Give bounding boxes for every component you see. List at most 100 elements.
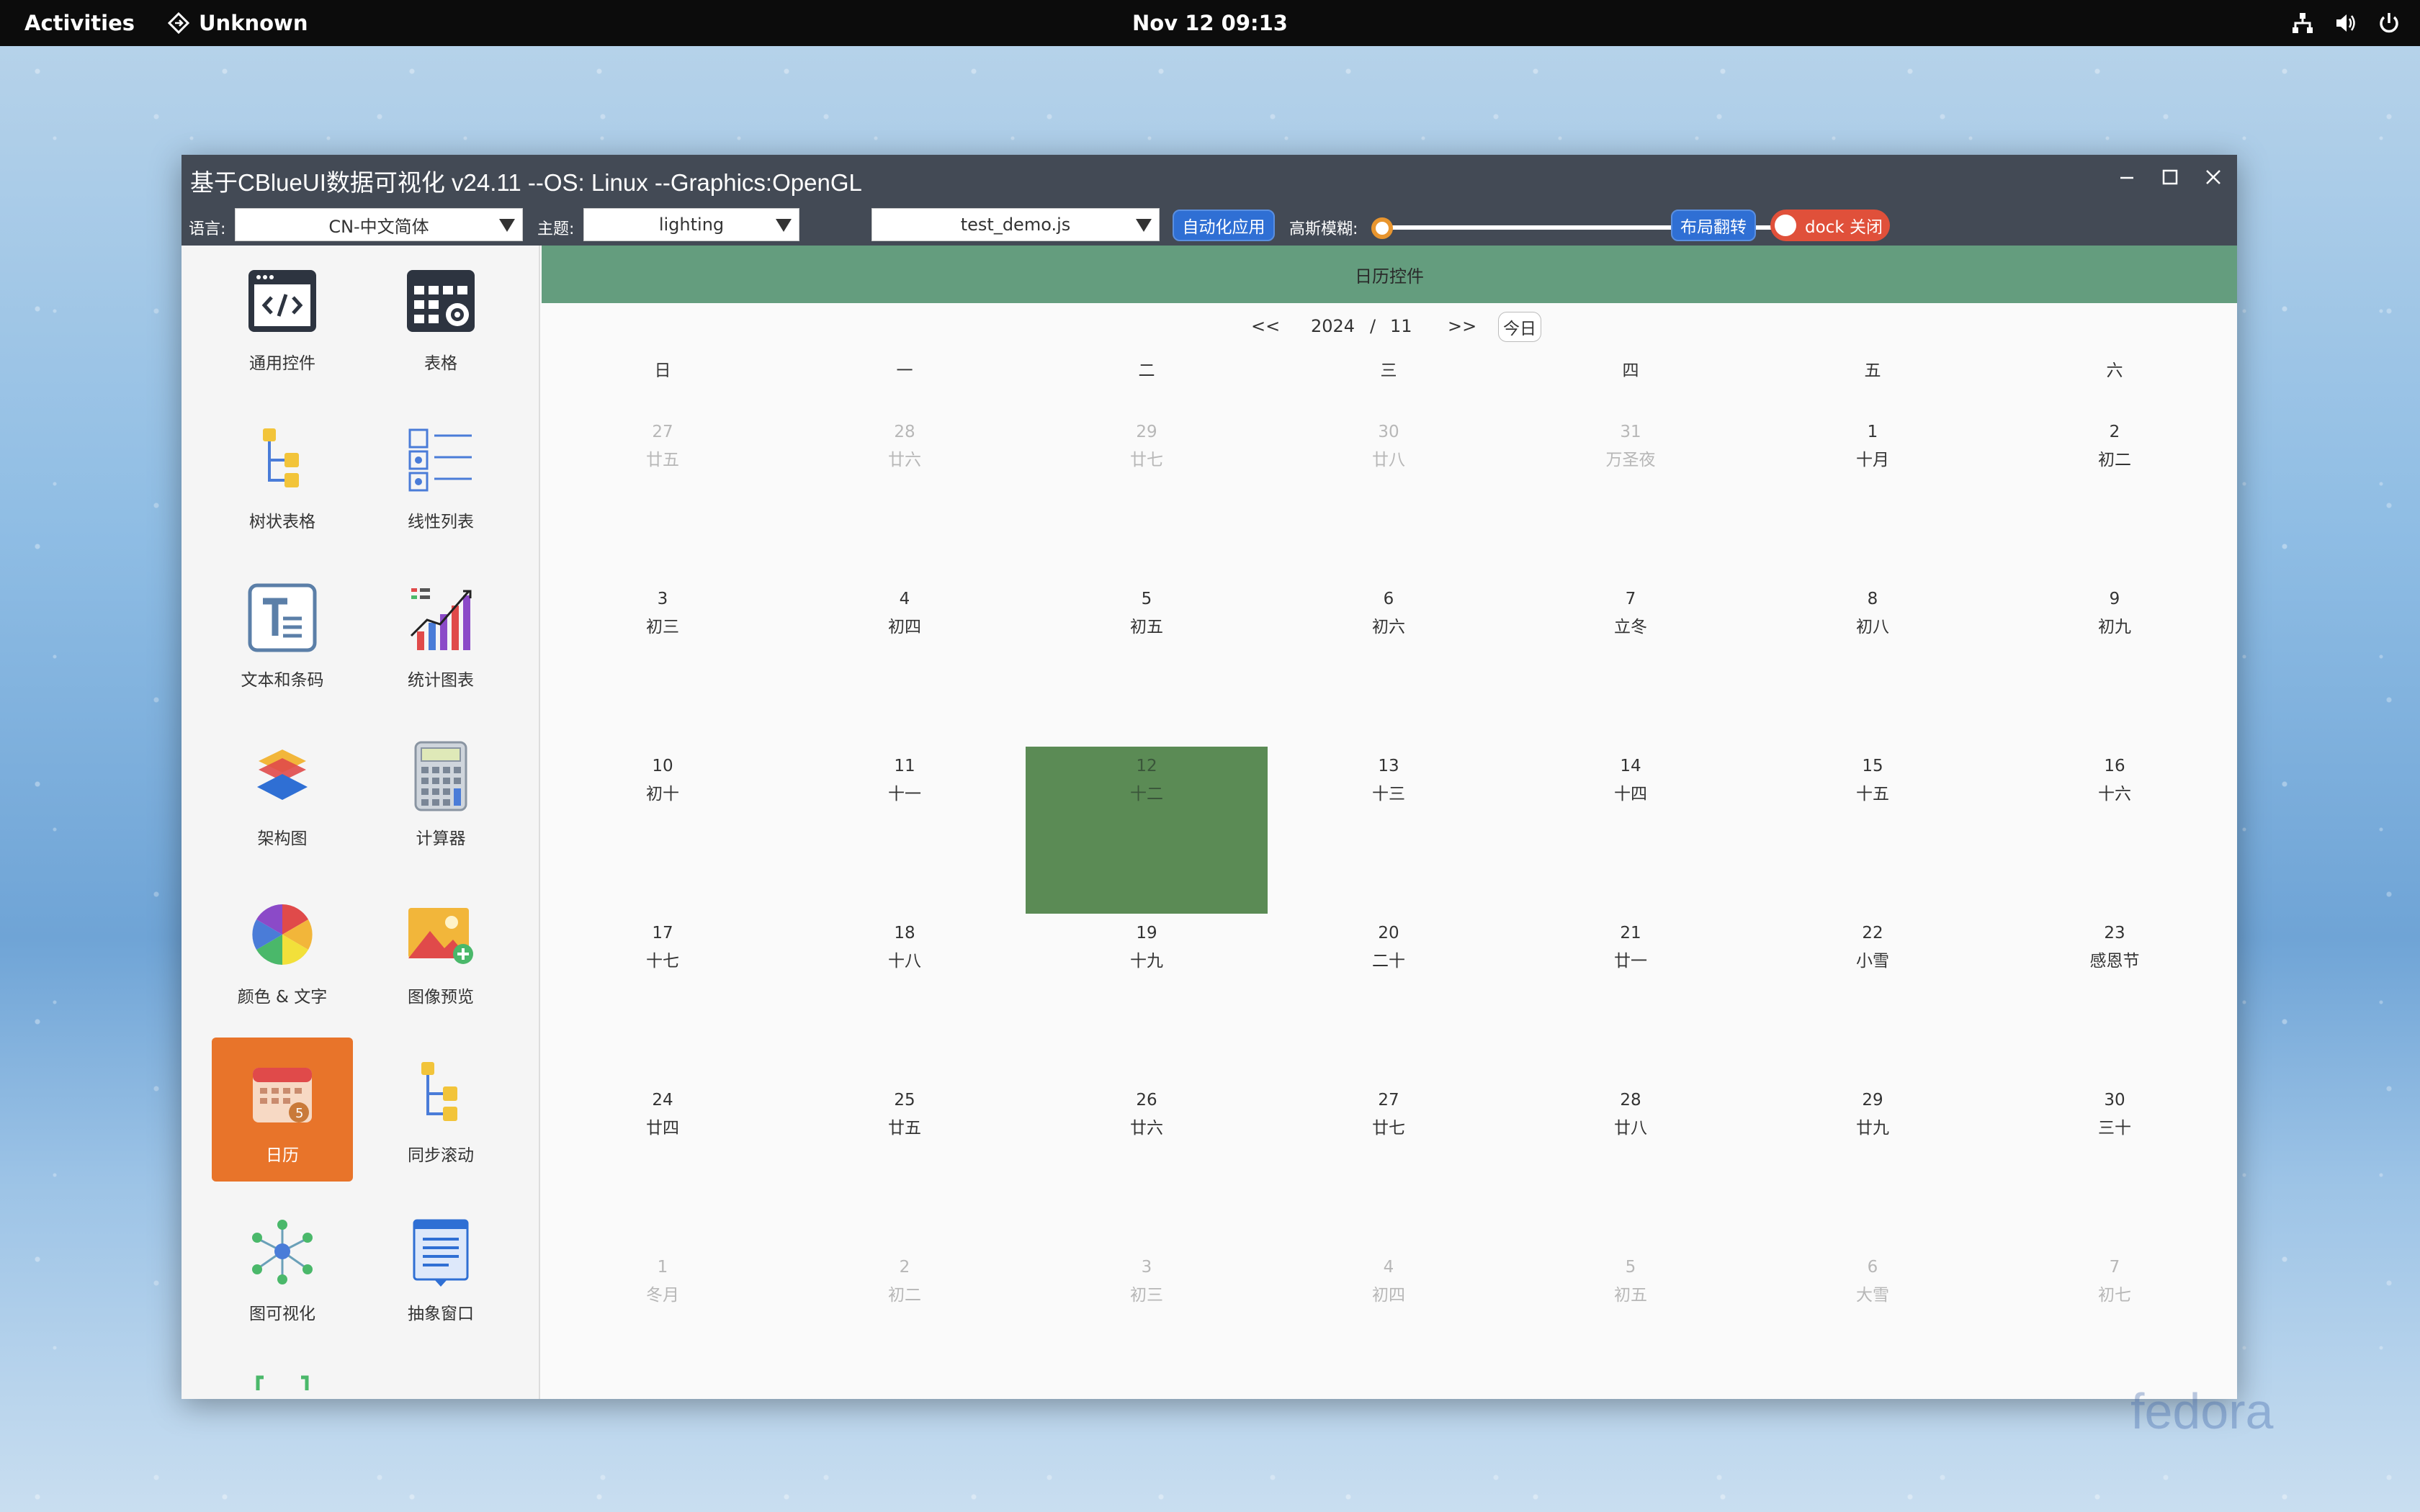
calendar-day-cell[interactable]: 30 廿八 bbox=[1268, 413, 1510, 580]
calendar-day-cell[interactable]: 3 初三 bbox=[542, 580, 784, 747]
year-value[interactable]: 2024 bbox=[1311, 316, 1355, 336]
calendar-day-cell[interactable]: 17 十七 bbox=[542, 914, 784, 1081]
language-value: CN-中文简体 bbox=[328, 216, 429, 237]
calendar-day-cell[interactable]: 4 初四 bbox=[784, 580, 1026, 747]
calendar-day-cell[interactable]: 27 廿七 bbox=[1268, 1081, 1510, 1248]
calendar-day-cell[interactable]: 22 小雪 bbox=[1752, 914, 1994, 1081]
prev-month-button[interactable]: << bbox=[1251, 316, 1280, 336]
calendar-day-cell[interactable]: 28 廿八 bbox=[1510, 1081, 1752, 1248]
calendar-day-cell[interactable]: 20 二十 bbox=[1268, 914, 1510, 1081]
nav-item-text-barcode[interactable]: 文本和条码 bbox=[212, 562, 353, 706]
calendar-day-cell[interactable]: 2 初二 bbox=[784, 1248, 1026, 1415]
lunar-date: 初九 bbox=[2098, 618, 2131, 636]
day-number: 2 bbox=[2109, 423, 2120, 441]
svg-text:5: 5 bbox=[295, 1106, 303, 1121]
theme-label: 主题: bbox=[537, 220, 575, 238]
day-number: 28 bbox=[1620, 1091, 1641, 1110]
calendar-day-cell[interactable]: 1 十月 bbox=[1752, 413, 1994, 580]
calendar-day-cell[interactable]: 23 感恩节 bbox=[1994, 914, 2236, 1081]
day-number: 15 bbox=[1862, 757, 1883, 775]
calendar-day-cell[interactable]: 27 廿五 bbox=[542, 413, 784, 580]
auto-apply-button[interactable]: 自动化应用 bbox=[1173, 210, 1275, 241]
nav-item-abstract-window[interactable]: 抽象窗口 bbox=[370, 1196, 511, 1340]
calendar-day-cell[interactable]: 29 廿七 bbox=[1026, 413, 1268, 580]
calendar-day-cell[interactable]: 15 十五 bbox=[1752, 747, 1994, 914]
calendar-day-cell[interactable]: 1 冬月 bbox=[542, 1248, 784, 1415]
minimize-icon[interactable] bbox=[2118, 168, 2136, 186]
clock[interactable]: Nov 12 09:13 bbox=[0, 11, 2420, 35]
blur-slider-track[interactable] bbox=[1376, 225, 1827, 230]
calendar-day-cell[interactable]: 24 廿四 bbox=[542, 1081, 784, 1248]
day-number: 22 bbox=[1862, 924, 1883, 942]
calendar-day-cell[interactable]: 26 廿六 bbox=[1026, 1081, 1268, 1248]
theme-value: lighting bbox=[658, 215, 725, 235]
calendar-day-cell[interactable]: 5 初五 bbox=[1510, 1248, 1752, 1415]
nav-item-general-controls[interactable]: 通用控件 bbox=[212, 246, 353, 390]
calendar-day-cell[interactable]: 4 初四 bbox=[1268, 1248, 1510, 1415]
nav-item-statistics-chart[interactable]: 统计图表 bbox=[370, 562, 511, 706]
lunar-date: 初五 bbox=[1614, 1286, 1647, 1305]
nav-item-table[interactable]: 表格 bbox=[370, 246, 511, 390]
calendar-day-cell[interactable]: 16 十六 bbox=[1994, 747, 2236, 914]
calendar-day-cell[interactable]: 6 初六 bbox=[1268, 580, 1510, 747]
nav-item-architecture[interactable]: 架构图 bbox=[212, 721, 353, 865]
weekday-label: 五 bbox=[1864, 361, 1881, 380]
maximize-icon[interactable] bbox=[2161, 168, 2179, 186]
weekday-label: 三 bbox=[1380, 361, 1397, 380]
day-number: 30 bbox=[1378, 423, 1399, 441]
calendar-day-cell[interactable]: 30 三十 bbox=[1994, 1081, 2236, 1248]
nav-item-sync-scroll[interactable]: 同步滚动 bbox=[370, 1038, 511, 1182]
day-number: 8 bbox=[1867, 590, 1878, 608]
lunar-date: 廿八 bbox=[1372, 451, 1405, 469]
flip-layout-button[interactable]: 布局翻转 bbox=[1671, 210, 1756, 241]
calendar-day-cell[interactable]: 19 十九 bbox=[1026, 914, 1268, 1081]
lunar-date: 十月 bbox=[1856, 451, 1889, 469]
nav-item-calendar[interactable]: 5 日历 bbox=[212, 1038, 353, 1182]
calendar-day-cell[interactable]: 18 十八 bbox=[784, 914, 1026, 1081]
weekday-label: 四 bbox=[1622, 361, 1639, 380]
calendar-day-cell[interactable]: 12 十二 bbox=[1026, 747, 1268, 914]
statistics-chart-icon bbox=[410, 588, 472, 650]
day-number: 7 bbox=[2109, 1258, 2120, 1277]
calendar-day-cell[interactable]: 25 廿五 bbox=[784, 1081, 1026, 1248]
next-month-button[interactable]: >> bbox=[1448, 316, 1476, 336]
calendar-day-cell[interactable]: 5 初五 bbox=[1026, 580, 1268, 747]
nav-item-color-text[interactable]: 颜色 & 文字 bbox=[212, 879, 353, 1023]
month-value[interactable]: 11 bbox=[1390, 316, 1412, 336]
script-value: test_demo.js bbox=[960, 215, 1071, 235]
day-number: 12 bbox=[1136, 757, 1157, 775]
calendar-day-cell[interactable]: 3 初三 bbox=[1026, 1248, 1268, 1415]
nav-item-linear-list[interactable]: 线性列表 bbox=[370, 404, 511, 548]
calendar-day-cell[interactable]: 31 万圣夜 bbox=[1510, 413, 1752, 580]
calendar-day-cell[interactable]: 28 廿六 bbox=[784, 413, 1026, 580]
calendar-day-cell[interactable]: 14 十四 bbox=[1510, 747, 1752, 914]
calendar-day-cell[interactable]: 7 立冬 bbox=[1510, 580, 1752, 747]
table-settings-icon bbox=[407, 270, 475, 332]
calendar-day-cell[interactable]: 8 初八 bbox=[1752, 580, 1994, 747]
dock-toggle[interactable]: dock 关闭 bbox=[1770, 210, 1890, 241]
nav-item-partial[interactable] bbox=[252, 1370, 313, 1392]
nav-label: 通用控件 bbox=[249, 354, 315, 373]
calendar-day-cell[interactable]: 9 初九 bbox=[1994, 580, 2236, 747]
date-separator: / bbox=[1370, 316, 1376, 336]
calendar-day-cell[interactable]: 10 初十 bbox=[542, 747, 784, 914]
calendar-header: 日历控件 bbox=[542, 246, 2237, 303]
system-tray[interactable] bbox=[2290, 11, 2401, 35]
calendar-day-cell[interactable]: 29 廿九 bbox=[1752, 1081, 1994, 1248]
today-button[interactable]: 今日 bbox=[1498, 312, 1541, 342]
calendar-day-cell[interactable]: 13 十三 bbox=[1268, 747, 1510, 914]
day-number: 18 bbox=[894, 924, 915, 942]
theme-select[interactable]: lighting bbox=[583, 208, 799, 241]
nav-item-calculator[interactable]: 计算器 bbox=[370, 721, 511, 865]
calendar-day-cell[interactable]: 2 初二 bbox=[1994, 413, 2236, 580]
blur-slider-handle[interactable] bbox=[1371, 217, 1393, 239]
script-select[interactable]: test_demo.js bbox=[871, 208, 1160, 241]
language-select[interactable]: CN-中文简体 bbox=[235, 208, 523, 241]
close-icon[interactable] bbox=[2204, 168, 2223, 186]
nav-item-tree-table[interactable]: 树状表格 bbox=[212, 404, 353, 548]
calendar-day-cell[interactable]: 11 十一 bbox=[784, 747, 1026, 914]
nav-item-image-preview[interactable]: 图像预览 bbox=[370, 879, 511, 1023]
calendar-day-cell[interactable]: 21 廿一 bbox=[1510, 914, 1752, 1081]
calendar-day-cell[interactable]: 6 大雪 bbox=[1752, 1248, 1994, 1415]
nav-item-graph-visualization[interactable]: 图可视化 bbox=[212, 1196, 353, 1340]
